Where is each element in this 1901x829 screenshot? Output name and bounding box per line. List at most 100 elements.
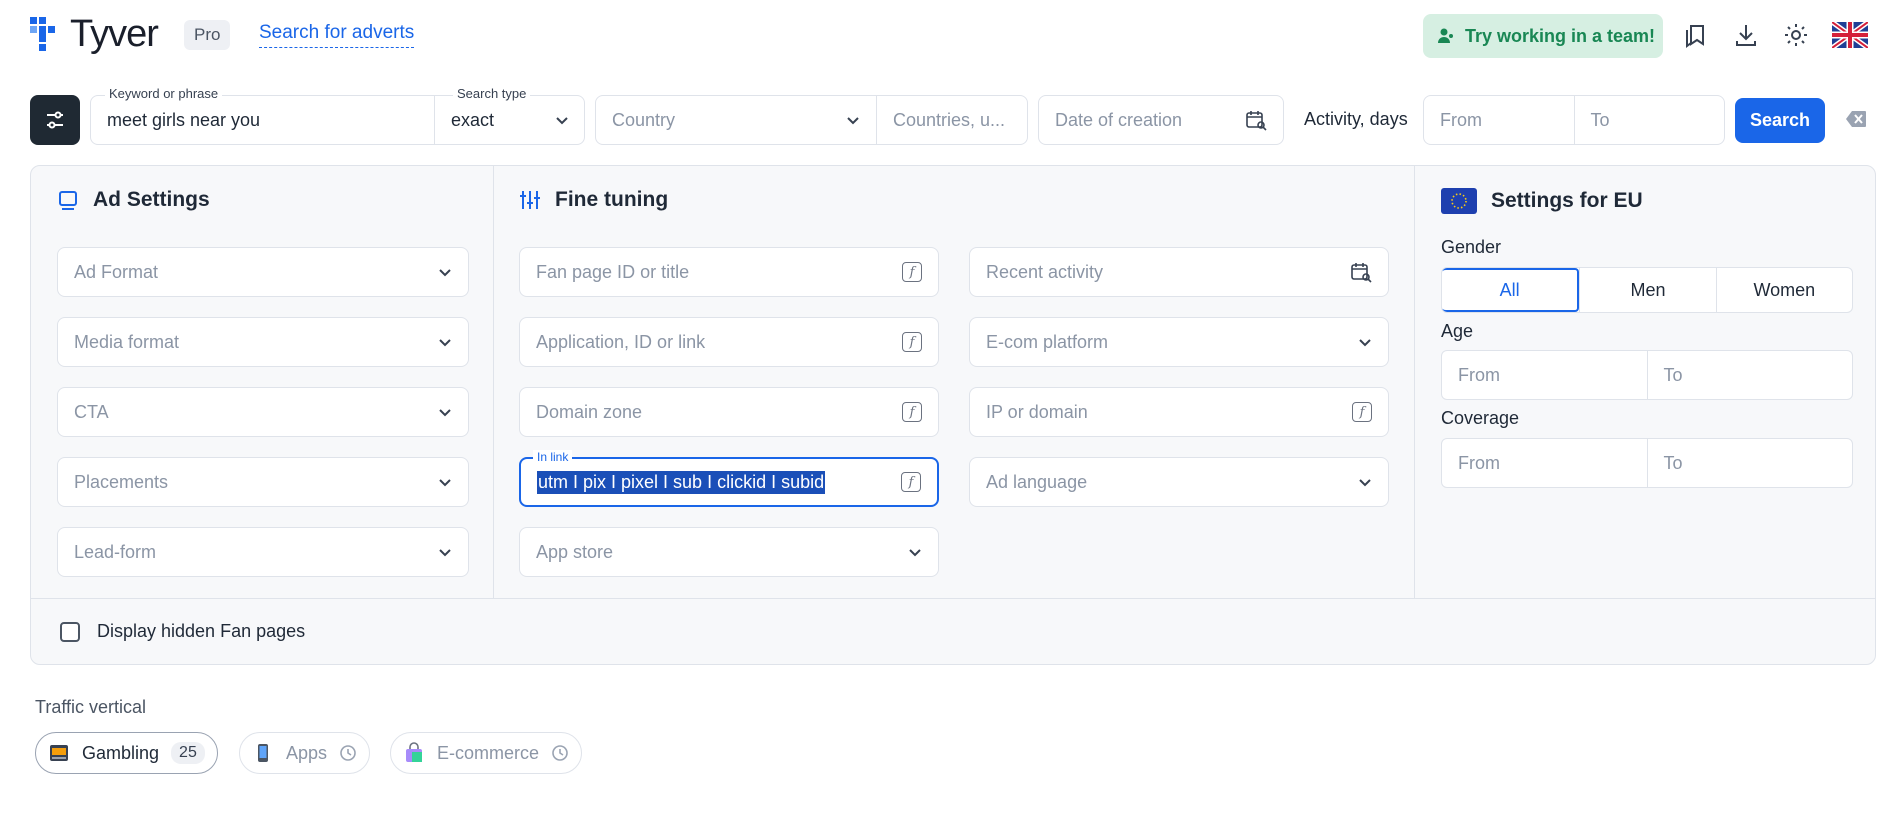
activity-from-input[interactable]: From [1424,96,1575,144]
recent-activity-input[interactable]: Recent activity [969,247,1389,297]
function-icon[interactable]: f [1352,402,1372,422]
clock-icon [552,745,568,761]
search-button[interactable]: Search [1735,98,1825,143]
app-store-select[interactable]: App store [519,527,939,577]
uk-flag-icon[interactable] [1832,20,1868,50]
domain-zone-placeholder: Domain zone [536,401,643,422]
clock-icon [340,745,356,761]
application-input[interactable]: Application, ID or link f [519,317,939,367]
chip-apps-label: Apps [286,742,328,763]
fan-page-input[interactable]: Fan page ID or title f [519,247,939,297]
traffic-vertical-label: Traffic vertical [35,697,147,717]
function-icon[interactable]: f [902,332,922,352]
chevron-down-icon [847,117,859,125]
chip-ecommerce[interactable]: E-commerce [390,732,583,774]
chevron-down-icon [1359,339,1371,347]
keyword-value: meet girls near you [107,110,261,130]
media-format-select[interactable]: Media format [57,317,469,367]
country-placeholder: Country [612,109,676,130]
chip-gambling-label: Gambling [82,742,160,763]
date-placeholder: Date of creation [1055,109,1183,130]
placements-select[interactable]: Placements [57,457,469,507]
equalizer-icon [520,191,540,209]
eu-settings-title: Settings for EU [1441,188,1643,214]
application-placeholder: Application, ID or link [536,331,706,352]
gender-women-option[interactable]: Women [1715,268,1852,312]
function-icon[interactable]: f [901,472,921,492]
brand-logo[interactable]: Tyver [30,13,159,55]
shopping-bag-icon [406,742,422,762]
gender-all-option[interactable]: All [1442,268,1580,312]
cta-select[interactable]: CTA [57,387,469,437]
domain-zone-input[interactable]: Domain zone f [519,387,939,437]
recent-activity-placeholder: Recent activity [986,261,1104,282]
phone-icon [258,744,268,762]
filters-panel: Ad Settings Ad Format Media format CTA P… [30,165,1876,665]
search-type-value: exact [451,109,495,130]
keyword-label: Keyword or phrase [105,86,223,101]
chip-ecommerce-label: E-commerce [437,742,540,763]
ad-format-select[interactable]: Ad Format [57,247,469,297]
ip-domain-input[interactable]: IP or domain f [969,387,1389,437]
search-adverts-link[interactable]: Search for adverts [259,22,415,48]
chevron-down-icon [439,479,451,487]
chevron-down-icon [556,117,568,125]
country-group: Country Countries, u... [595,95,1028,145]
date-created-input[interactable]: Date of creation [1038,95,1284,145]
activity-to-input[interactable]: To [1575,96,1725,144]
cta-placeholder: CTA [74,401,109,422]
hidden-fan-pages-label[interactable]: Display hidden Fan pages [97,621,305,642]
gender-selector: All Men Women [1441,267,1853,313]
chevron-down-icon [1359,479,1371,487]
chevron-down-icon [909,549,921,557]
chevron-down-icon [439,409,451,417]
settings-icon[interactable] [1781,20,1811,50]
in-link-value: utm I pix I pixel I sub I clickid I subi… [537,470,826,494]
filters-toggle-button[interactable] [30,95,80,145]
bookmarks-icon[interactable] [1681,20,1711,50]
placements-placeholder: Placements [74,471,169,492]
in-link-label: In link [533,450,573,464]
chip-gambling[interactable]: Gambling 25 [35,732,218,774]
country-select[interactable]: Country [596,96,877,144]
lead-form-placeholder: Lead-form [74,541,157,562]
countries-input[interactable]: Countries, u... [877,96,1027,144]
eu-flag-icon [1441,188,1477,214]
gender-label: Gender [1441,237,1502,257]
age-to-input[interactable]: To [1646,351,1853,399]
activity-range: From To [1423,95,1725,145]
try-team-button[interactable]: Try working in a team! [1423,14,1663,58]
user-icon [1438,28,1453,43]
age-from-input[interactable]: From [1442,351,1647,399]
age-label: Age [1441,321,1474,341]
ad-language-select[interactable]: Ad language [969,457,1389,507]
ad-format-placeholder: Ad Format [74,261,159,282]
to-placeholder: To [1590,109,1610,130]
slot-machine-icon [50,745,68,761]
ecom-platform-placeholder: E-com platform [986,331,1109,352]
keyword-field[interactable]: Keyword or phrase meet girls near you [91,86,434,144]
function-icon[interactable]: f [902,402,922,422]
calendar-search-icon[interactable] [1350,261,1372,283]
coverage-from-input[interactable]: From [1442,439,1647,487]
clear-icon[interactable] [1845,110,1867,128]
gender-men-option[interactable]: Men [1579,268,1715,312]
ad-settings-title: Ad Settings [57,188,210,212]
calendar-search-icon[interactable] [1245,109,1267,131]
search-type-select[interactable]: Search type exact [435,86,585,144]
ecom-platform-select[interactable]: E-com platform [969,317,1389,367]
in-link-input[interactable]: In link utm I pix I pixel I sub I clicki… [519,450,939,507]
function-icon[interactable]: f [902,262,922,282]
ip-domain-placeholder: IP or domain [986,401,1088,422]
activity-days-label: Activity, days [1304,109,1408,129]
eu-settings-title-text: Settings for EU [1491,189,1643,212]
fine-tuning-title-text: Fine tuning [555,188,669,211]
ad-settings-title-text: Ad Settings [93,188,210,211]
chip-apps[interactable]: Apps [239,732,371,774]
countries-placeholder: Countries, u... [893,109,1006,130]
media-format-placeholder: Media format [74,331,180,352]
coverage-to-input[interactable]: To [1646,439,1853,487]
lead-form-select[interactable]: Lead-form [57,527,469,577]
hidden-fan-pages-checkbox[interactable] [60,622,80,642]
download-icon[interactable] [1731,20,1761,50]
